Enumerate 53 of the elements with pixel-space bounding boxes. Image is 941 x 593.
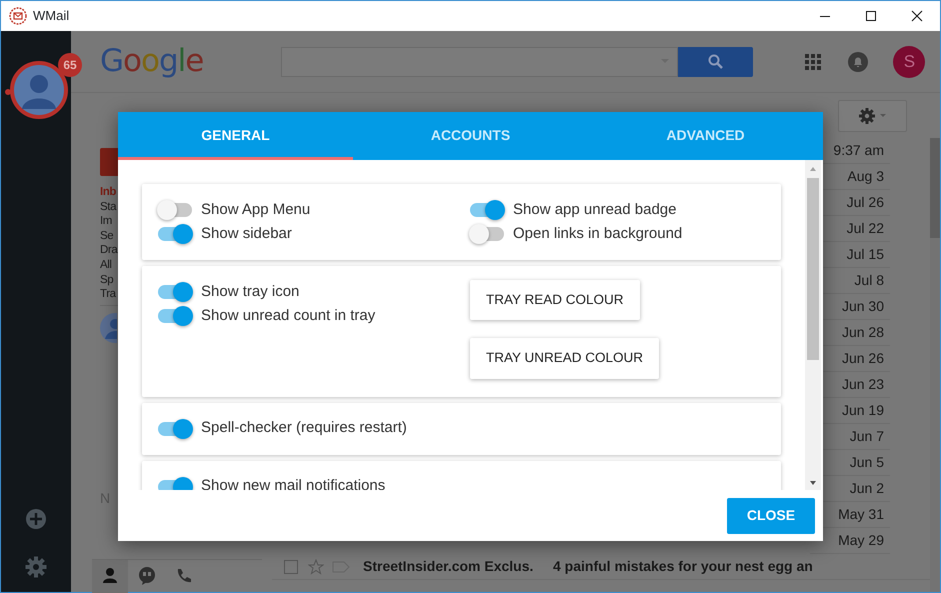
- search-button[interactable]: [678, 46, 754, 76]
- account-avatar[interactable]: S: [893, 46, 926, 78]
- search-icon: [708, 54, 724, 70]
- setting-label: Show unread count in tray: [201, 306, 376, 326]
- google-logo: Google: [100, 46, 204, 77]
- toggle-switch[interactable]: [158, 203, 192, 217]
- folder-link[interactable]: All: [100, 258, 117, 273]
- email-subject: 4 painful mistakes for your nest egg an: [553, 557, 813, 576]
- setting-label: Spell-checker (requires restart): [201, 418, 407, 438]
- checkbox[interactable]: [284, 560, 298, 574]
- folder-link[interactable]: Sp: [100, 272, 117, 288]
- colour-button[interactable]: TRAY READ COLOUR: [470, 280, 640, 320]
- scrollbar[interactable]: [805, 160, 821, 490]
- phone-icon[interactable]: [175, 567, 193, 585]
- folder-link[interactable]: Tra: [100, 287, 117, 302]
- notification-bell-icon[interactable]: [848, 52, 868, 72]
- folder-link[interactable]: Inb: [100, 185, 117, 200]
- toggle-switch[interactable]: [158, 309, 192, 323]
- close-icon: [911, 10, 923, 22]
- folder-link[interactable]: Dra: [100, 243, 117, 258]
- setting-label: Show sidebar: [201, 224, 292, 244]
- toggle-switch[interactable]: [470, 203, 504, 217]
- setting-label: Show tray icon: [201, 282, 300, 302]
- email-sender: StreetInsider.com Exclus.: [363, 557, 534, 576]
- apps-grid-icon[interactable]: [805, 54, 822, 70]
- search-field[interactable]: [281, 46, 678, 76]
- quote-bubble-icon[interactable]: [137, 566, 157, 586]
- settings-tab[interactable]: GENERAL: [118, 112, 353, 160]
- settings-button[interactable]: [838, 100, 907, 132]
- contact-avatar-icon: [100, 312, 117, 343]
- scrollbar-thumb[interactable]: [930, 138, 940, 238]
- add-icon[interactable]: [25, 508, 47, 530]
- gear-icon: [858, 106, 888, 124]
- setting-label: Open links in background: [513, 224, 682, 244]
- envelope-icon: [9, 7, 27, 25]
- status-dot: [5, 89, 11, 95]
- setting-label: Show App Menu: [201, 200, 310, 220]
- toggle-switch[interactable]: [158, 422, 192, 436]
- close-dialog-button[interactable]: CLOSE: [727, 498, 815, 534]
- folder-link[interactable]: Im: [100, 214, 117, 229]
- toggle-switch[interactable]: [470, 227, 504, 241]
- settings-tab[interactable]: ACCOUNTS: [353, 112, 588, 160]
- window-title: WMail: [33, 7, 70, 26]
- toggle-switch[interactable]: [158, 285, 192, 299]
- setting-label: Show app unread badge: [513, 200, 676, 220]
- person-icon[interactable]: [92, 560, 128, 592]
- colour-button[interactable]: TRAY UNREAD COLOUR: [470, 338, 660, 378]
- folder-link[interactable]: Sta: [100, 200, 117, 214]
- star-icon[interactable]: [308, 558, 324, 574]
- maximize-icon: [865, 10, 877, 22]
- folder-link[interactable]: Se: [100, 228, 117, 244]
- toggle-switch[interactable]: [158, 480, 192, 490]
- toggle-switch[interactable]: [158, 227, 192, 241]
